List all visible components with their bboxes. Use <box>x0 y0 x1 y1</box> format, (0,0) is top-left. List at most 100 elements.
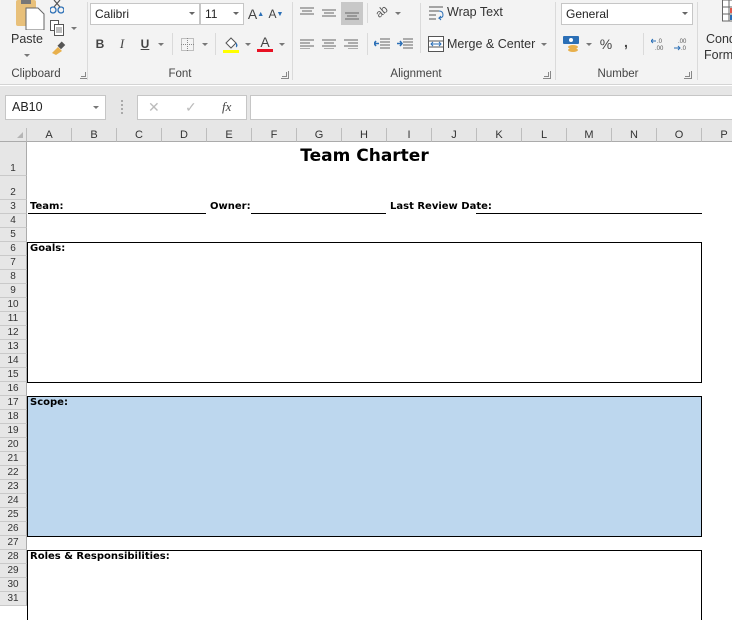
row-header-12[interactable]: 12 <box>0 326 27 340</box>
goals-box[interactable] <box>27 242 702 383</box>
row-header-1[interactable]: 1 <box>0 142 27 176</box>
orientation-button[interactable]: ab <box>369 0 394 25</box>
row-header-25[interactable]: 25 <box>0 508 27 522</box>
row-header-5[interactable]: 5 <box>0 228 27 242</box>
accounting-dropdown-caret[interactable] <box>586 43 592 46</box>
team-input-line[interactable] <box>28 213 206 214</box>
row-header-24[interactable]: 24 <box>0 494 27 508</box>
bold-button[interactable]: B <box>92 35 108 53</box>
orientation-dropdown-caret[interactable] <box>395 12 401 15</box>
borders-dropdown-caret[interactable] <box>202 43 208 46</box>
row-header-21[interactable]: 21 <box>0 452 27 466</box>
last-review-date-input-line[interactable] <box>476 213 702 214</box>
row-header-15[interactable]: 15 <box>0 368 27 382</box>
column-header-k[interactable]: K <box>477 128 522 142</box>
row-header-14[interactable]: 14 <box>0 354 27 368</box>
row-header-31[interactable]: 31 <box>0 592 27 606</box>
underline-button[interactable]: U <box>137 35 153 53</box>
column-header-b[interactable]: B <box>72 128 117 142</box>
row-header-27[interactable]: 27 <box>0 536 27 550</box>
underline-dropdown-caret[interactable] <box>158 43 164 46</box>
column-header-p[interactable]: P <box>702 128 732 142</box>
chevron-down-icon[interactable] <box>93 106 99 109</box>
copy-icon[interactable] <box>49 20 65 36</box>
column-header-m[interactable]: M <box>567 128 612 142</box>
font-name-dropdown[interactable]: Calibri <box>90 3 200 25</box>
fill-color-button[interactable] <box>222 34 240 54</box>
scope-box[interactable] <box>27 396 702 537</box>
row-header-22[interactable]: 22 <box>0 466 27 480</box>
row-header-23[interactable]: 23 <box>0 480 27 494</box>
owner-input-line[interactable] <box>251 213 386 214</box>
font-color-dropdown-caret[interactable] <box>279 43 285 46</box>
column-header-l[interactable]: L <box>522 128 567 142</box>
column-header-n[interactable]: N <box>612 128 657 142</box>
row-header-26[interactable]: 26 <box>0 522 27 536</box>
font-dialog-launcher[interactable] <box>281 71 289 79</box>
align-right-button[interactable] <box>342 36 360 52</box>
row-header-20[interactable]: 20 <box>0 438 27 452</box>
merge-dropdown-caret[interactable] <box>541 43 547 46</box>
accounting-format-button[interactable] <box>562 35 582 53</box>
row-header-19[interactable]: 19 <box>0 424 27 438</box>
paste-dropdown-caret[interactable] <box>24 54 30 57</box>
row-header-3[interactable]: 3 <box>0 200 27 214</box>
decrease-font-size-button[interactable]: A▼ <box>268 5 284 23</box>
middle-align-button[interactable] <box>320 3 338 23</box>
formula-bar-grip-icon[interactable] <box>121 100 123 114</box>
borders-button[interactable] <box>179 36 195 52</box>
column-header-o[interactable]: O <box>657 128 702 142</box>
column-header-c[interactable]: C <box>117 128 162 142</box>
format-painter-icon[interactable] <box>49 40 67 56</box>
alignment-dialog-launcher[interactable] <box>543 71 551 79</box>
column-header-e[interactable]: E <box>207 128 252 142</box>
increase-indent-button[interactable] <box>396 36 414 52</box>
align-left-button[interactable] <box>298 36 316 52</box>
row-header-16[interactable]: 16 <box>0 382 27 396</box>
row-header-28[interactable]: 28 <box>0 550 27 564</box>
increase-decimal-button[interactable]: .0.00 <box>650 36 668 52</box>
top-align-button[interactable] <box>298 3 316 21</box>
row-header-4[interactable]: 4 <box>0 214 27 228</box>
italic-button[interactable]: I <box>114 35 130 53</box>
row-header-10[interactable]: 10 <box>0 298 27 312</box>
font-color-button[interactable]: A <box>256 33 274 53</box>
column-header-i[interactable]: I <box>387 128 432 142</box>
row-header-29[interactable]: 29 <box>0 564 27 578</box>
row-header-18[interactable]: 18 <box>0 410 27 424</box>
column-header-h[interactable]: H <box>342 128 387 142</box>
name-box[interactable]: AB10 <box>5 95 106 120</box>
row-header-13[interactable]: 13 <box>0 340 27 354</box>
paste-button[interactable]: Paste <box>4 0 46 64</box>
fill-color-dropdown-caret[interactable] <box>245 43 251 46</box>
comma-style-button[interactable]: , <box>620 33 632 51</box>
row-header-9[interactable]: 9 <box>0 284 27 298</box>
column-header-a[interactable]: A <box>27 128 72 142</box>
number-dialog-launcher[interactable] <box>684 71 692 79</box>
enter-button[interactable]: ✓ <box>185 99 197 116</box>
number-format-dropdown[interactable]: General <box>561 3 693 25</box>
row-header-11[interactable]: 11 <box>0 312 27 326</box>
column-header-g[interactable]: G <box>297 128 342 142</box>
row-header-30[interactable]: 30 <box>0 578 27 592</box>
cancel-button[interactable]: ✕ <box>148 99 160 116</box>
formula-input[interactable] <box>250 95 732 120</box>
wrap-text-button[interactable]: Wrap Text <box>426 3 506 23</box>
conditional-formatting-button[interactable]: Cond Form <box>702 0 732 64</box>
column-header-f[interactable]: F <box>252 128 297 142</box>
cut-icon[interactable] <box>48 0 66 14</box>
merge-center-button[interactable]: Merge & Center <box>426 34 550 54</box>
percent-style-button[interactable]: % <box>598 35 614 53</box>
row-header-2[interactable]: 2 <box>0 176 27 200</box>
row-header-6[interactable]: 6 <box>0 242 27 256</box>
select-all-button[interactable] <box>0 128 27 142</box>
column-header-d[interactable]: D <box>162 128 207 142</box>
row-header-17[interactable]: 17 <box>0 396 27 410</box>
decrease-indent-button[interactable] <box>373 36 391 52</box>
font-size-dropdown[interactable]: 11 <box>200 3 244 25</box>
copy-dropdown-caret[interactable] <box>71 27 77 30</box>
align-center-button[interactable] <box>320 36 338 52</box>
bottom-align-button[interactable] <box>341 2 363 25</box>
row-header-8[interactable]: 8 <box>0 270 27 284</box>
decrease-decimal-button[interactable]: .00.0 <box>672 36 690 52</box>
